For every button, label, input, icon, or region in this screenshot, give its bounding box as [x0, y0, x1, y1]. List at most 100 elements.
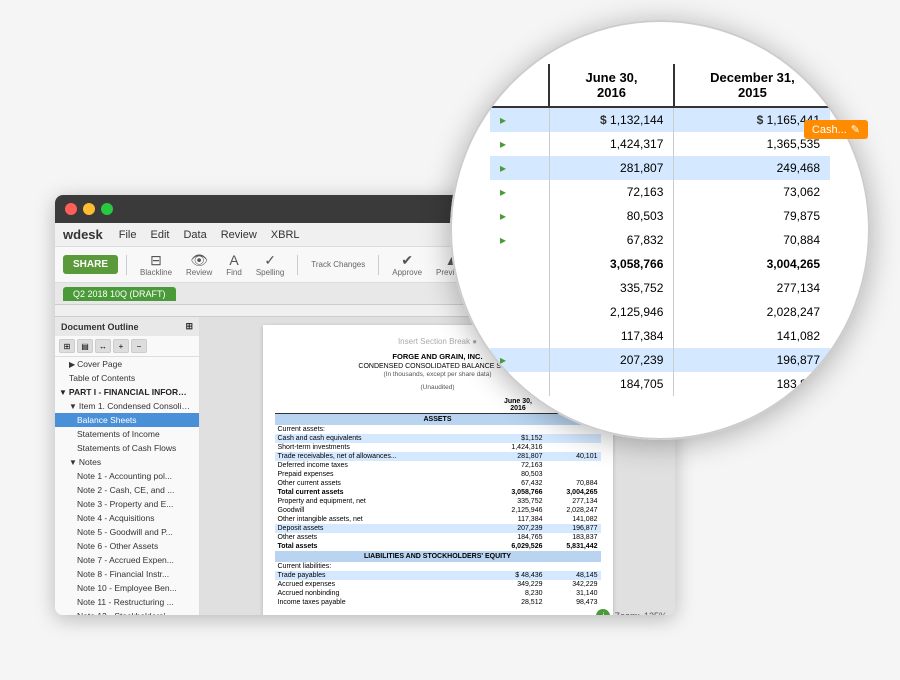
find-button[interactable]: A Find — [221, 251, 247, 279]
sidebar-item-note10[interactable]: Note 10 - Employee Ben... — [55, 581, 199, 595]
bs-row-9: 2,125,946 2,028,247 — [490, 300, 830, 324]
bs-val-col1-9: 2,125,946 — [549, 300, 674, 324]
menu-xbrl[interactable]: XBRL — [265, 227, 306, 243]
table-row: Other intangible assets, net 117,384 141… — [275, 515, 601, 524]
spelling-icon: ✓ — [264, 253, 276, 267]
sidebar-item-note8[interactable]: Note 8 - Financial Instr... — [55, 567, 199, 581]
bs-val-col1-10: 117,384 — [549, 324, 674, 348]
menu-file[interactable]: File — [113, 227, 143, 243]
bs-val-col1-2: 1,424,317 — [549, 132, 674, 156]
maximize-button[interactable] — [101, 203, 113, 215]
blackline-icon: ⊟ — [150, 253, 162, 267]
table-row: Current liabilities: — [275, 562, 601, 571]
table-row: Current assets: — [275, 425, 601, 434]
track-changes-button[interactable]: Track Changes — [306, 258, 370, 271]
table-row: Trade receivables, net of allowances... … — [275, 452, 601, 461]
blackline-button[interactable]: ⊟ Blackline — [135, 251, 177, 279]
bs-empty-header — [490, 64, 549, 107]
sidebar-item-note7[interactable]: Note 7 - Accrued Expen... — [55, 553, 199, 567]
outline-header: Document Outline ⊞ — [55, 317, 199, 336]
table-row: Cash and cash equivalents $1,152 — [275, 434, 601, 443]
document-tab[interactable]: Q2 2018 10Q (DRAFT) — [63, 287, 176, 301]
balance-sheet-table: June 30,2016 Dec 31,2015 ASSETS Current … — [275, 397, 601, 607]
magnified-balance-sheet: June 30, 2016 December 31, 2015 ▸ — [490, 64, 830, 396]
approve-button[interactable]: ✔ Approve — [387, 251, 427, 279]
bs-row-11: ▸ 207,239 196,877 — [490, 348, 830, 372]
table-row: Accrued expenses 349,229 342,229 — [275, 580, 601, 589]
logo-w: w — [63, 227, 73, 242]
bs-val-col2-8: 277,134 — [674, 276, 830, 300]
outline-ctrl-3[interactable]: ↔ — [95, 339, 111, 353]
table-row: Total current assets 3,058,766 3,004,265 — [275, 488, 601, 497]
review-button[interactable]: 👁 Review — [181, 251, 217, 279]
sidebar-item-notes[interactable]: ▼Notes — [55, 455, 199, 469]
table-row: Deferred income taxes 72,163 — [275, 461, 601, 470]
bs-val-col2-5: 79,875 — [674, 204, 830, 228]
page-background: wdesk File Edit Data Review XBRL SHARE ⊟… — [0, 0, 900, 680]
outline-icon: ⊞ — [185, 321, 193, 332]
table-row: Other assets 184,765 183,837 — [275, 533, 601, 542]
sidebar-item-note12[interactable]: Note 12 - Stockholders'... — [55, 609, 199, 615]
liabilities-header: LIABILITIES AND STOCKHOLDERS' EQUITY — [275, 551, 601, 562]
sidebar-item-note6[interactable]: Note 6 - Other Assets — [55, 539, 199, 553]
bs-val-col1-3: 281,807 — [549, 156, 674, 180]
sidebar-item-note3[interactable]: Note 3 - Property and E... — [55, 497, 199, 511]
minimize-button[interactable] — [83, 203, 95, 215]
info-icon[interactable]: i — [596, 609, 610, 615]
sidebar-item-note2[interactable]: Note 2 - Cash, CE, and ... — [55, 483, 199, 497]
sidebar-item-income[interactable]: Statements of Income — [55, 427, 199, 441]
bs-val-col2-10: 141,082 — [674, 324, 830, 348]
toolbar-separator-3 — [378, 255, 379, 275]
bs-val-col2-3: 249,468 — [674, 156, 830, 180]
review-label: Review — [186, 268, 212, 277]
menu-edit[interactable]: Edit — [145, 227, 176, 243]
outline-ctrl-5[interactable]: − — [131, 339, 147, 353]
outline-ctrl-2[interactable]: ▤ — [77, 339, 93, 353]
bs-row-7: 3,058,766 3,004,265 — [490, 252, 830, 276]
bs-val-col2-12: 183,837 — [674, 372, 830, 396]
section-liabilities: LIABILITIES AND STOCKHOLDERS' EQUITY — [275, 551, 601, 562]
close-button[interactable] — [65, 203, 77, 215]
bs-val-col2-11: 196,877 — [674, 348, 830, 372]
spelling-button[interactable]: ✓ Spelling — [251, 251, 289, 279]
share-button[interactable]: SHARE — [63, 255, 118, 274]
bs-val-col2-7: 3,004,265 — [674, 252, 830, 276]
menu-review[interactable]: Review — [215, 227, 263, 243]
table-row: Deposit assets 207,239 196,877 — [275, 524, 601, 533]
table-row: Income taxes payable 28,512 98,473 — [275, 598, 601, 607]
cash-tag[interactable]: Cash... ✎ — [804, 120, 868, 139]
sidebar-item-note4[interactable]: Note 4 - Acquisitions — [55, 511, 199, 525]
circle-content: June 30, 2016 December 31, 2015 ▸ — [450, 20, 870, 440]
bs-row-8: 335,752 277,134 — [490, 276, 830, 300]
magnified-circle: June 30, 2016 December 31, 2015 ▸ — [450, 20, 870, 440]
sidebar-item-toc[interactable]: Table of Contents — [55, 371, 199, 385]
sidebar-item-note1[interactable]: Note 1 - Accounting pol... — [55, 469, 199, 483]
sidebar-item-item1[interactable]: ▼Item 1. Condensed Consolida... — [55, 399, 199, 413]
sidebar-item-note11[interactable]: Note 11 - Restructuring ... — [55, 595, 199, 609]
bs-col1-header: June 30, 2016 — [549, 64, 674, 107]
bs-header-row: June 30, 2016 December 31, 2015 — [490, 64, 830, 107]
table-row: Property and equipment, net 335,752 277,… — [275, 497, 601, 506]
bs-row-10: 117,384 141,082 — [490, 324, 830, 348]
blackline-label: Blackline — [140, 268, 172, 277]
bs-val-col1-11: 207,239 — [549, 348, 674, 372]
logo-desk: desk — [73, 227, 103, 242]
bs-val-col2-4: 73,062 — [674, 180, 830, 204]
outline-ctrl-4[interactable]: + — [113, 339, 129, 353]
sidebar-item-cash-flows[interactable]: Statements of Cash Flows — [55, 441, 199, 455]
sidebar-item-note5[interactable]: Note 5 - Goodwill and P... — [55, 525, 199, 539]
outline-ctrl-1[interactable]: ⊞ — [59, 339, 75, 353]
table-row: Goodwill 2,125,946 2,028,247 — [275, 506, 601, 515]
cash-tag-label: Cash... — [812, 124, 847, 136]
bs-val-col1-5: 80,503 — [549, 204, 674, 228]
sidebar-item-part1[interactable]: ▼PART I - FINANCIAL INFORMAT... — [55, 385, 199, 399]
bs-val-col2-9: 2,028,247 — [674, 300, 830, 324]
sidebar-item-balance-sheets[interactable]: Balance Sheets — [55, 413, 199, 427]
bs-row-3: ▸ 281,807 249,468 — [490, 156, 830, 180]
sidebar-item-cover[interactable]: ▶Cover Page — [55, 357, 199, 371]
table-row: Total assets 6,029,526 5,831,442 — [275, 542, 601, 551]
zoom-level: 125% — [644, 611, 667, 615]
menu-data[interactable]: Data — [177, 227, 212, 243]
zoom-label: Zoom: — [614, 611, 640, 615]
assets-header: ASSETS — [275, 414, 601, 426]
